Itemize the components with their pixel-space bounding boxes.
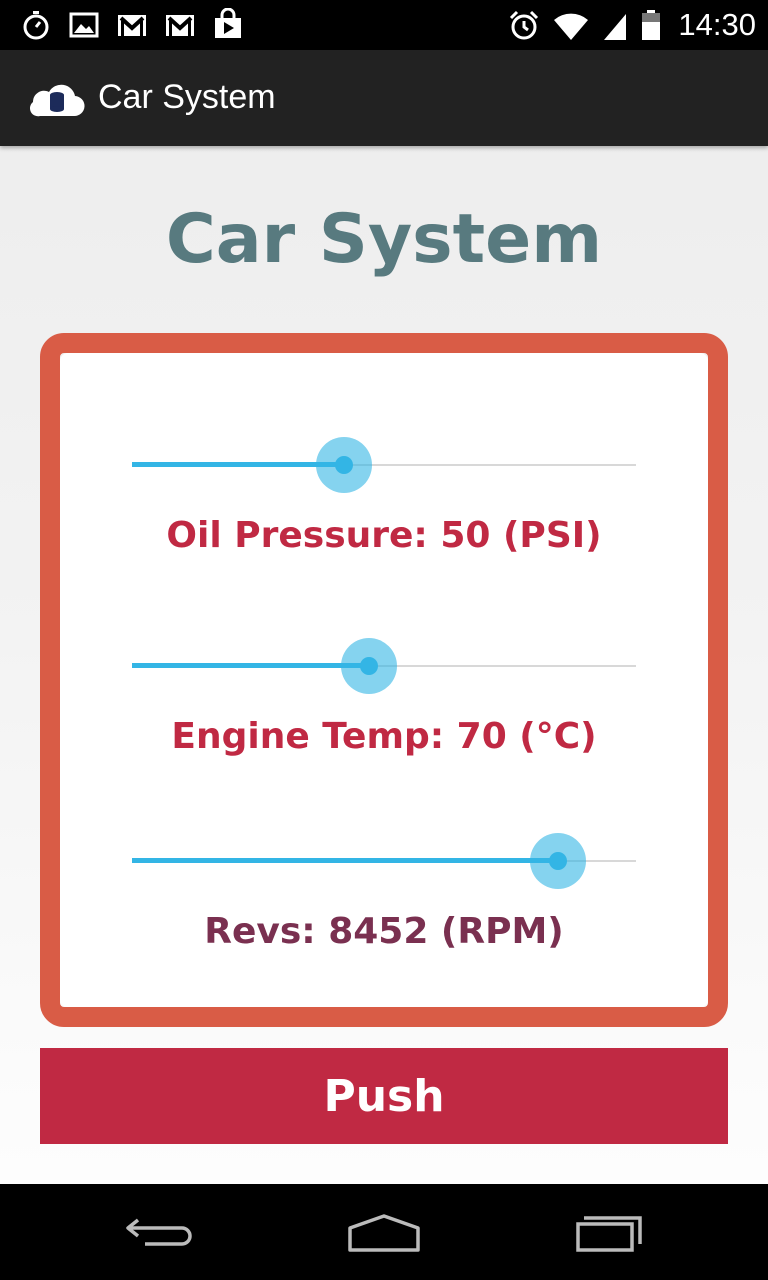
action-bar-title: Car System xyxy=(98,78,276,116)
navigation-bar xyxy=(0,1184,768,1280)
signal-icon xyxy=(604,14,627,40)
slider-thumb[interactable] xyxy=(359,657,378,675)
system-status: 14:30 xyxy=(508,0,756,50)
screen: 14:30 Car System Car System Oil Pressure… xyxy=(0,0,768,1280)
wifi-icon xyxy=(554,13,589,40)
slider-thumb[interactable] xyxy=(548,852,567,870)
play-store-icon xyxy=(215,8,241,38)
slider-fill xyxy=(132,858,558,863)
alarm-icon xyxy=(510,10,539,40)
stopwatch-icon xyxy=(23,11,49,40)
revs-slider[interactable] xyxy=(132,831,636,891)
action-bar: Car System xyxy=(0,50,768,146)
cloud-database-icon xyxy=(29,84,85,117)
revs-label: Revs: 8452 (RPM) xyxy=(204,911,564,952)
gmail-icon xyxy=(166,15,194,36)
slider-fill xyxy=(132,663,369,668)
recent-apps-icon[interactable] xyxy=(560,1202,660,1262)
clock: 14:30 xyxy=(678,7,756,42)
home-icon[interactable] xyxy=(334,1202,434,1262)
oil-pressure-slider[interactable] xyxy=(132,435,636,495)
gauge-panel-body: Oil Pressure: 50 (PSI) Engine Temp: 70 (… xyxy=(60,353,708,1007)
page-title: Car System xyxy=(165,200,603,279)
gmail-icon xyxy=(118,15,146,36)
slider-thumb[interactable] xyxy=(334,456,353,474)
slider-fill xyxy=(132,462,344,467)
status-bar: 14:30 xyxy=(0,0,768,50)
engine-temp-label: Engine Temp: 70 (°C) xyxy=(171,716,597,757)
oil-pressure-label: Oil Pressure: 50 (PSI) xyxy=(166,515,602,556)
battery-icon xyxy=(642,10,661,40)
push-button[interactable]: Push xyxy=(40,1048,728,1144)
back-icon[interactable] xyxy=(110,1202,210,1262)
engine-temp-slider[interactable] xyxy=(132,636,636,696)
gauge-panel: Oil Pressure: 50 (PSI) Engine Temp: 70 (… xyxy=(40,333,728,1027)
image-icon xyxy=(69,12,99,38)
notification-icons xyxy=(20,8,244,42)
